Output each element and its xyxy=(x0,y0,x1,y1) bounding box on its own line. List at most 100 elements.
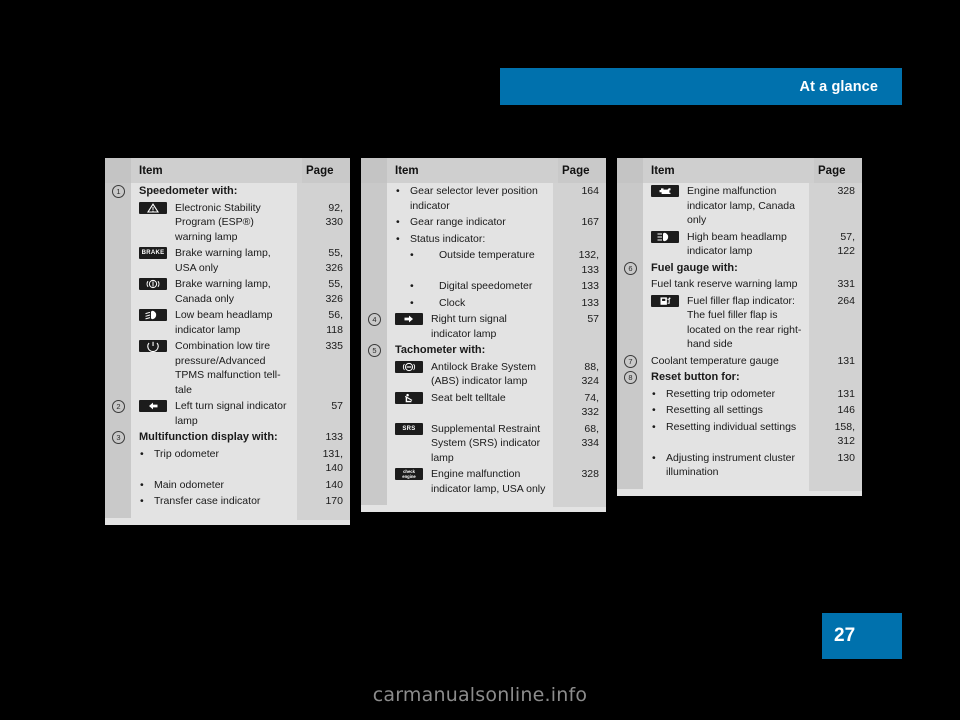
gutter-cell: 4 xyxy=(361,311,387,342)
page-number: 27 xyxy=(834,625,856,646)
page-reference xyxy=(809,369,862,386)
item-label: Resetting trip odometer xyxy=(666,387,776,400)
item-cell: • Trip odometer xyxy=(131,445,297,477)
page-reference xyxy=(553,342,606,359)
gutter-cell: 5 xyxy=(361,342,387,359)
item-label: Coolant temperature gauge xyxy=(651,354,779,367)
table-row: Antilock Brake System (ABS) indicator la… xyxy=(361,358,606,390)
table-header-row: Item Page xyxy=(617,158,862,183)
gutter-cell xyxy=(105,307,131,338)
table-row: • Status indicator: xyxy=(361,230,606,247)
gutter-cell xyxy=(361,214,387,231)
item-cell: • Resetting all settings xyxy=(643,402,809,419)
item-cell: • Status indicator: xyxy=(387,230,553,247)
item-heading-label: Tachometer with: xyxy=(395,344,486,356)
table-column-3: Item Page Engine malfunction indicator lam… xyxy=(617,158,862,496)
filler-cell xyxy=(131,509,297,520)
gutter-cell: 2 xyxy=(105,398,131,429)
filler-page-cell xyxy=(297,509,350,520)
table-row: 6 Fuel gauge with: xyxy=(617,259,862,276)
page-reference: 133 xyxy=(297,429,350,446)
gutter-cell: 8 xyxy=(617,369,643,386)
column-header-page: Page xyxy=(558,158,606,183)
item-cell: Fuel gauge with: xyxy=(643,259,809,276)
page-reference: 55, 326 xyxy=(297,276,350,307)
page-reference: 132, 133 xyxy=(553,247,606,278)
table-header-row: Item Page xyxy=(361,158,606,183)
bullet-marker-icon: • xyxy=(652,404,656,416)
bullet-marker-icon: • xyxy=(140,447,144,460)
column-header-item: Item xyxy=(651,164,675,177)
table-row: Low beam headlamp indicator lamp 56, 118 xyxy=(105,307,350,338)
sub-bullet-marker-icon: • xyxy=(410,296,414,309)
gutter-cell xyxy=(617,449,643,481)
table-row: Brake warning lamp, Canada only 55, 326 xyxy=(105,276,350,307)
table-row: 8 Reset button for: xyxy=(617,369,862,386)
page-reference: 131, 140 xyxy=(297,445,350,477)
callout-number-7: 7 xyxy=(624,354,637,368)
callout-number-4: 4 xyxy=(368,313,381,326)
specification-tables: Item Page 1 Speedometer with: Electronic Sta… xyxy=(105,158,905,608)
tire-pressure-icon xyxy=(139,340,167,352)
item-cell: • Adjusting instrument cluster illuminati… xyxy=(643,449,809,481)
page-reference: 55, 326 xyxy=(297,245,350,276)
item-cell: • Clock xyxy=(387,294,553,311)
header-banner: At a glance xyxy=(500,68,902,105)
page-reference: 74, 332 xyxy=(553,389,606,421)
item-label: Transfer case indicator xyxy=(154,495,261,507)
item-cell: • Gear selector lever position indicator xyxy=(387,183,553,214)
gutter-cell xyxy=(617,385,643,402)
item-cell: High beam headlamp indicator lamp xyxy=(643,228,809,260)
item-cell: • Resetting individual settings xyxy=(643,418,809,450)
high-beam-headlamp-icon xyxy=(651,230,679,243)
table-row: • Resetting individual settings 158, 312 xyxy=(617,418,862,450)
item-label: Combination low tire pressure/Advanced T… xyxy=(175,340,281,396)
item-label: Brake warning lamp, Canada only xyxy=(175,278,271,305)
item-cell: Left turn signal indicator lamp xyxy=(131,398,297,429)
callout-number-8: 8 xyxy=(624,371,637,384)
item-cell: • Digital speedometer xyxy=(387,278,553,295)
item-label: Digital speedometer xyxy=(439,280,533,292)
filler-cell xyxy=(643,480,809,491)
page-reference: 328 xyxy=(553,466,606,497)
page-title: At a glance xyxy=(799,78,878,95)
item-label: Supplemental Restraint System (SRS) indi… xyxy=(431,422,541,464)
table-row: Combination low tire pressure/Advanced T… xyxy=(105,338,350,398)
column-header-page: Page xyxy=(814,158,862,183)
item-label: Brake warning lamp, USA only xyxy=(175,247,271,274)
item-cell: Combination low tire pressure/Advanced T… xyxy=(131,338,297,398)
right-turn-signal-icon xyxy=(395,313,423,325)
gutter-cell xyxy=(361,497,387,505)
item-label: Main odometer xyxy=(154,478,225,491)
table-row: • Clock 133 xyxy=(361,294,606,311)
gutter-cell xyxy=(617,402,643,419)
gutter-cell xyxy=(617,480,643,489)
item-label: Outside temperature xyxy=(439,249,535,261)
gutter-cell xyxy=(361,247,387,278)
check-engine-text-icon: check engine xyxy=(395,468,423,480)
page-reference: 170 xyxy=(297,493,350,510)
sub-bullet-marker-icon: • xyxy=(410,249,414,261)
item-cell: • Resetting trip odometer xyxy=(643,385,809,402)
table-row: Fuel filler flap indicator: The fuel fil… xyxy=(617,292,862,353)
page-reference: 131 xyxy=(809,352,862,369)
item-label: Resetting individual settings xyxy=(666,420,797,433)
page-reference: 164 xyxy=(553,183,606,214)
item-label: Antilock Brake System (ABS) indicator la… xyxy=(431,360,537,388)
filler-page-cell xyxy=(809,480,862,491)
gutter-cell: 1 xyxy=(105,183,131,200)
watermark: carmanualsonline.info xyxy=(372,684,588,706)
callout-number-5: 5 xyxy=(368,344,381,357)
item-label: Gear range indicator xyxy=(410,216,506,228)
gutter-cell xyxy=(361,278,387,295)
table-bottom-padding xyxy=(617,480,862,496)
table-row: 3 Multifunction display with: 133 xyxy=(105,429,350,446)
table-row: Fuel tank reserve warning lamp 331 xyxy=(617,276,862,293)
table-header-row: Item Page xyxy=(105,158,350,183)
table-row: • Adjusting instrument cluster illuminati… xyxy=(617,449,862,481)
page-reference: 130 xyxy=(809,449,862,481)
gutter-cell xyxy=(105,276,131,307)
item-cell: Brake warning lamp, Canada only xyxy=(131,276,297,307)
table-row: 7 Coolant temperature gauge 131 xyxy=(617,352,862,369)
page-reference: 57 xyxy=(297,398,350,429)
